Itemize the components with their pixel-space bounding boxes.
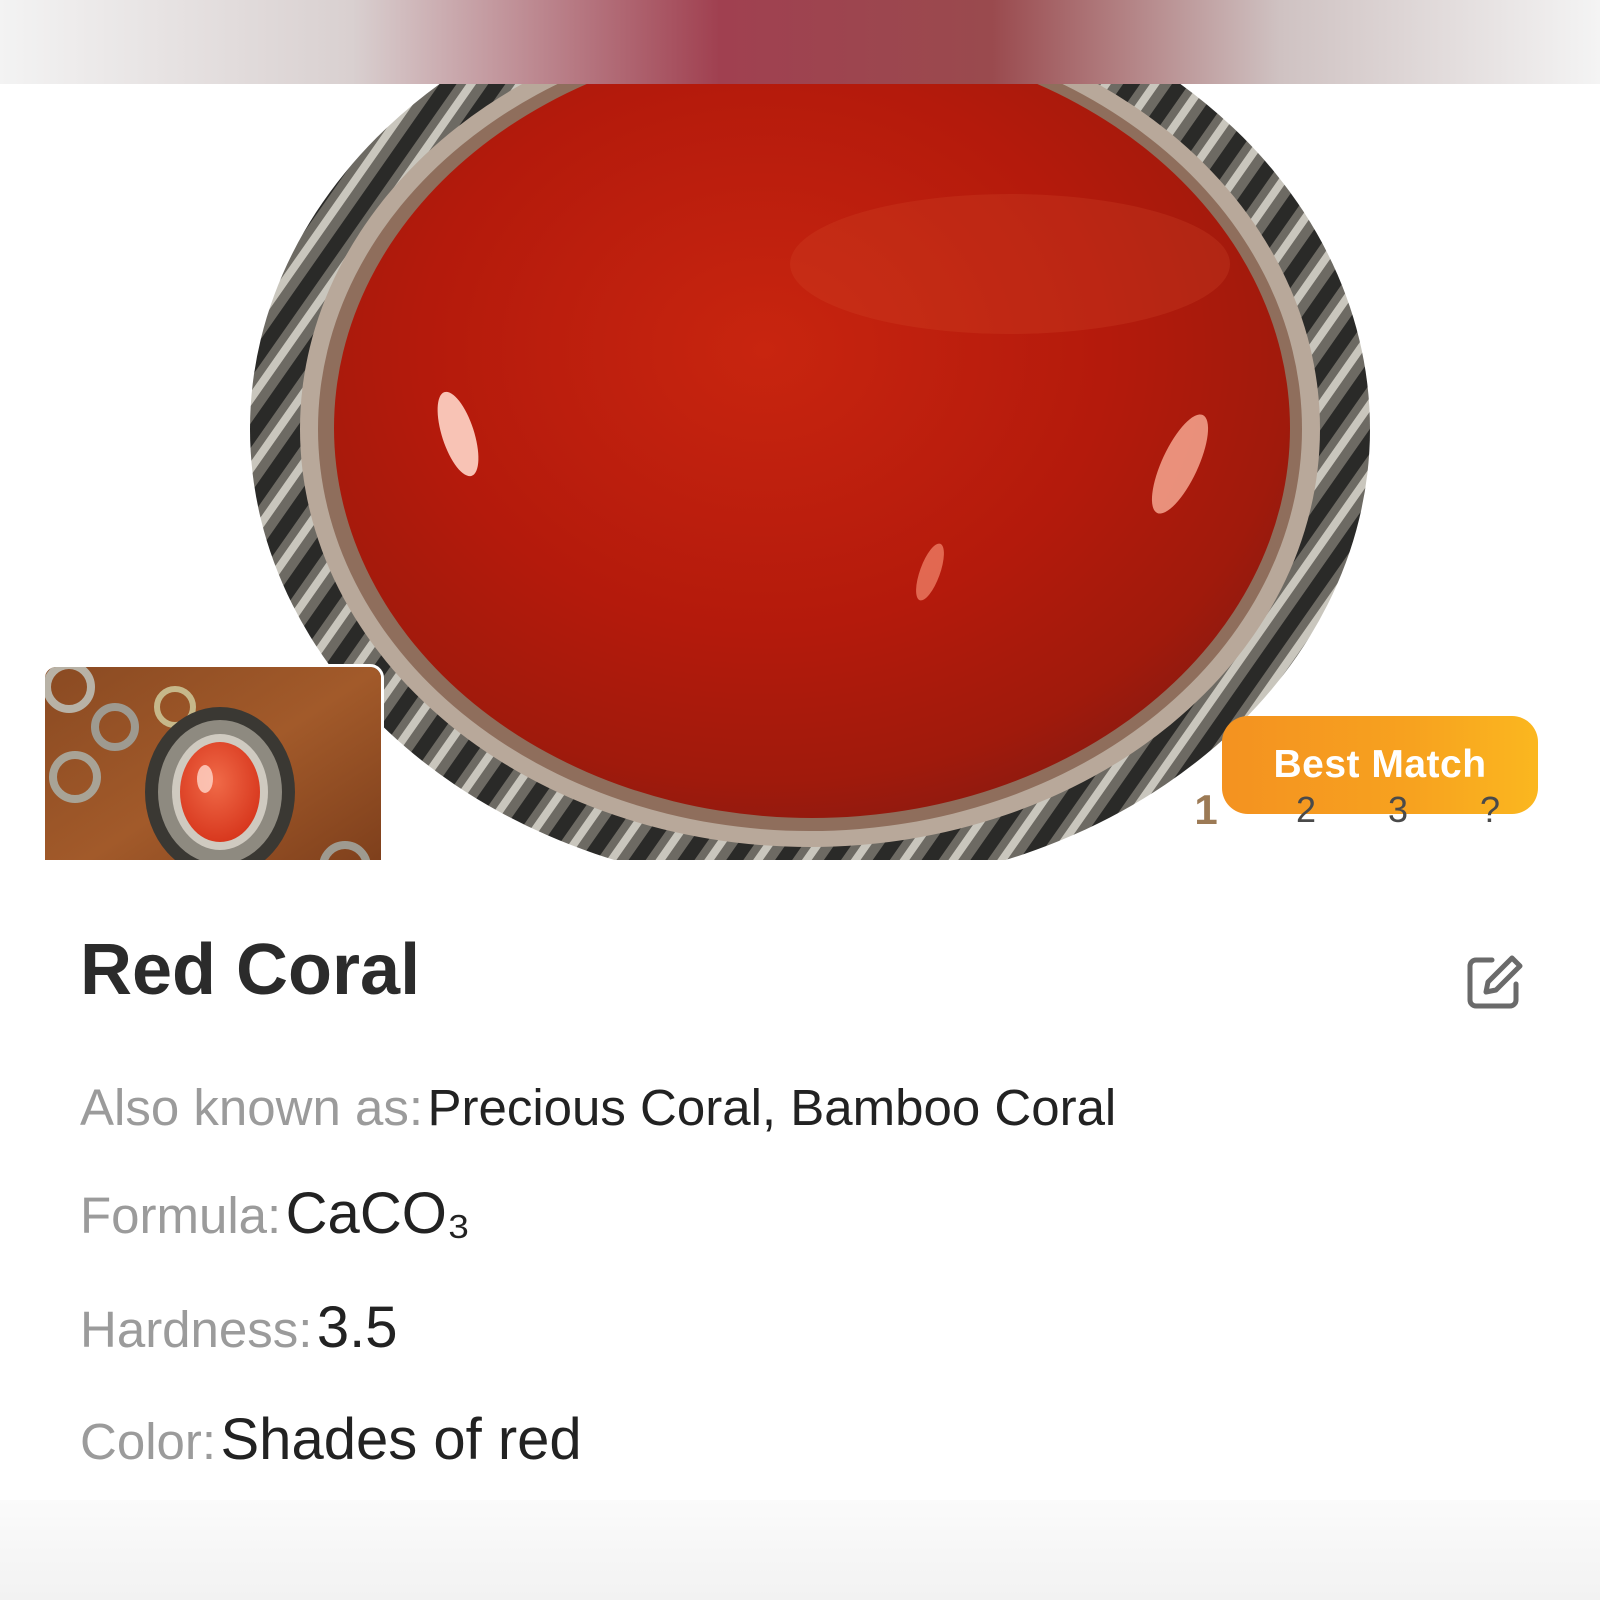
property-label: Also known as: <box>80 1079 424 1136</box>
property-value: Precious Coral, Bamboo Coral <box>427 1079 1117 1136</box>
bottom-fade <box>0 1500 1600 1600</box>
page-2-button[interactable]: 2 <box>1286 782 1326 838</box>
property-label: Hardness: <box>80 1301 313 1358</box>
result-pager: 1 2 3 ? <box>0 782 1600 838</box>
property-formula: Formula: CaCO₃ <box>80 1182 470 1261</box>
top-blurred-strip <box>0 0 1600 84</box>
stone-name-title: Red Coral <box>80 930 421 1010</box>
page-1-button[interactable]: 1 <box>1186 782 1226 838</box>
property-also-known-as: Also known as: Precious Coral, Bamboo Co… <box>80 1076 1116 1153</box>
property-label: Color: <box>80 1413 217 1470</box>
property-color: Color: Shades of red <box>80 1408 582 1487</box>
edit-icon <box>1467 955 1523 1009</box>
property-hardness: Hardness: 3.5 <box>80 1296 398 1375</box>
page-unknown-button[interactable]: ? <box>1470 782 1510 838</box>
property-value: 3.5 <box>316 1295 398 1360</box>
property-value: CaCO₃ <box>285 1181 471 1246</box>
main-photo[interactable]: Best Match <box>0 84 1600 860</box>
page-3-button[interactable]: 3 <box>1378 782 1418 838</box>
property-label: Formula: <box>80 1187 282 1244</box>
edit-button[interactable] <box>1462 950 1526 1014</box>
property-value: Shades of red <box>220 1407 582 1472</box>
